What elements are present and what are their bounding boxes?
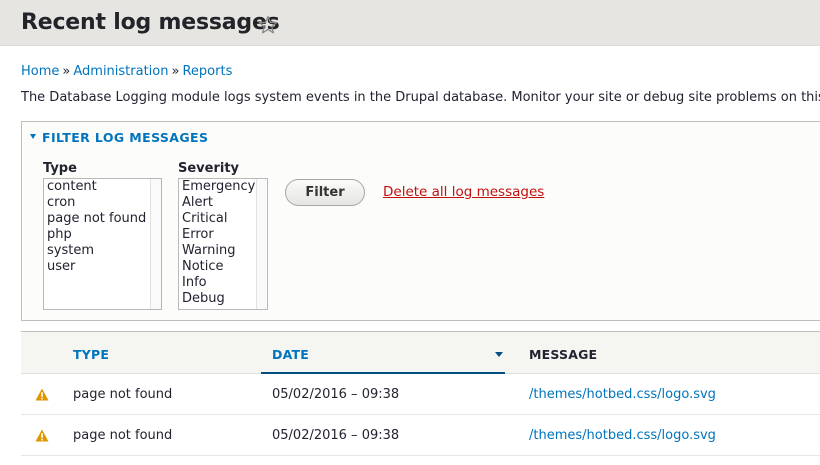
breadcrumb-separator: » bbox=[171, 64, 180, 79]
breadcrumb: Home» Administration» Reports bbox=[21, 64, 232, 79]
select-option[interactable]: cron bbox=[44, 195, 161, 211]
table-header: TYPE DATE MESSAGE bbox=[21, 331, 820, 375]
severity-options: Emergency Alert Critical Error Warning Notice… bbox=[179, 179, 267, 307]
breadcrumb-administration[interactable]: Administration bbox=[73, 64, 168, 79]
page-title: Recent log messages bbox=[21, 10, 280, 35]
select-option[interactable]: Emergency bbox=[179, 179, 267, 195]
breadcrumb-reports[interactable]: Reports bbox=[182, 64, 232, 79]
filter-toggle[interactable]: FILTER LOG MESSAGES bbox=[30, 130, 208, 145]
type-select-scrollbar[interactable] bbox=[150, 179, 161, 309]
select-option[interactable]: Critical bbox=[179, 211, 267, 227]
table-row: page not found 05/02/2016 – 09:38/themes/… bbox=[21, 415, 820, 456]
type-select[interactable]: content cron page not found php system user bbox=[43, 178, 162, 310]
severity-label: Severity bbox=[178, 161, 240, 176]
row-type: page not found bbox=[73, 428, 173, 443]
page-description: The Database Logging module logs system … bbox=[21, 90, 820, 105]
select-option[interactable]: Debug bbox=[179, 291, 267, 307]
select-option[interactable]: Warning bbox=[179, 243, 267, 259]
table-row: page not found 05/02/2016 – 09:38/themes/… bbox=[21, 374, 820, 415]
select-option[interactable]: user bbox=[44, 259, 161, 275]
severity-select-scrollbar[interactable] bbox=[256, 179, 267, 309]
star-outline-icon[interactable] bbox=[258, 15, 278, 35]
select-option[interactable]: system bbox=[44, 243, 161, 259]
select-option[interactable]: Notice bbox=[179, 259, 267, 275]
select-option[interactable]: page not found bbox=[44, 211, 161, 227]
type-label: Type bbox=[43, 161, 77, 176]
row-type: page not found bbox=[73, 387, 173, 402]
select-option[interactable]: Info bbox=[179, 275, 267, 291]
row-date: 05/02/2016 – 09:38 bbox=[272, 428, 400, 443]
filter-log-messages-panel: FILTER LOG MESSAGES Type content cron page… bbox=[21, 121, 820, 321]
collapse-arrow-icon bbox=[30, 134, 36, 139]
column-header-message: MESSAGE bbox=[529, 347, 598, 362]
filter-summary-label: FILTER LOG MESSAGES bbox=[42, 130, 209, 145]
select-option[interactable]: content bbox=[44, 179, 161, 195]
breadcrumb-separator: » bbox=[62, 64, 71, 79]
warning-icon bbox=[35, 388, 49, 401]
column-header-type[interactable]: TYPE bbox=[73, 347, 109, 362]
filter-button[interactable]: Filter bbox=[285, 179, 365, 206]
breadcrumb-home[interactable]: Home bbox=[21, 64, 59, 79]
type-options: content cron page not found php system user bbox=[44, 179, 161, 275]
warning-icon bbox=[35, 429, 49, 442]
sort-descending-icon bbox=[495, 352, 503, 357]
row-message-link[interactable]: /themes/hotbed.css/logo.svg bbox=[529, 428, 716, 443]
select-option[interactable]: php bbox=[44, 227, 161, 243]
row-message-link[interactable]: /themes/hotbed.css/logo.svg bbox=[529, 387, 716, 402]
select-option[interactable]: Error bbox=[179, 227, 267, 243]
page-header: Recent log messages bbox=[0, 0, 820, 46]
row-date: 05/02/2016 – 09:38 bbox=[272, 387, 400, 402]
select-option[interactable]: Alert bbox=[179, 195, 267, 211]
severity-select[interactable]: Emergency Alert Critical Error Warning Notice… bbox=[178, 178, 268, 310]
column-header-date[interactable]: DATE bbox=[272, 347, 309, 362]
delete-all-log-messages-link[interactable]: Delete all log messages bbox=[383, 184, 544, 200]
